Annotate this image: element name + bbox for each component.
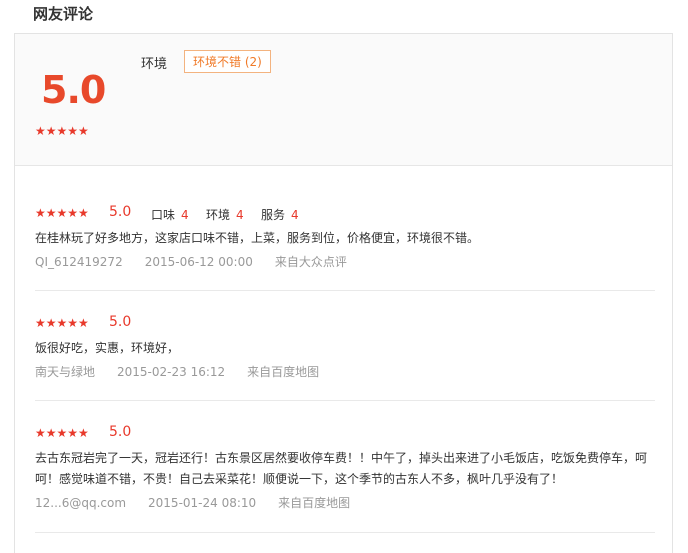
review-score: 5.0: [109, 424, 132, 440]
divider: [35, 400, 655, 401]
review-stars: ★★★★★: [35, 426, 89, 440]
overall-score: 5.0: [41, 68, 106, 112]
review-meta: QI_612419272 2015-06-12 00:00 来自大众点评: [35, 253, 655, 270]
rating-summary: 5.0 ★★★★★ 环境 环境不错 (2): [15, 34, 672, 166]
review-item: ★★★★★ 5.0 口味 4 环境 4 服务 4 在桂林玩了好多地方，这家店口味不错，…: [35, 204, 655, 270]
review-time: 2015-06-12 00:00: [144, 255, 253, 269]
review-source: 来自百度地图: [247, 365, 320, 379]
review-stars: ★★★★★: [35, 316, 89, 330]
review-item: ★★★★★ 5.0 饭很好吃，实惠，环境好， 南天与绿地 2015-02-23 1…: [35, 314, 655, 380]
review-content: 在桂林玩了好多地方，这家店口味不错，上菜，服务到位，价格便宜，环境很不错。: [35, 231, 480, 245]
reviews-panel: 5.0 ★★★★★ 环境 环境不错 (2) ★★★★★ 5.0 口味 4 环境 4 …: [14, 33, 673, 553]
review-time: 2015-02-23 16:12: [117, 365, 226, 379]
review-user: QI_612419272: [35, 255, 123, 269]
review-item: ★★★★★ 5.0 去古东冠岩完了一天，冠岩还行！古东景区居然要收停车费！！中午…: [35, 424, 655, 511]
review-score: 5.0: [109, 204, 132, 220]
review-content: 饭很好吃，实惠，环境好，: [35, 341, 180, 355]
review-user: 南天与绿地: [35, 365, 96, 379]
sub-score-service: 服务 4: [261, 208, 299, 222]
review-meta: 南天与绿地 2015-02-23 16:12 来自百度地图: [35, 363, 655, 380]
divider: [35, 532, 655, 533]
tag-environment-good[interactable]: 环境不错 (2): [184, 50, 271, 73]
review-user: 12...6@qq.com: [35, 496, 127, 510]
review-score: 5.0: [109, 314, 132, 330]
sub-score-environment: 环境 4: [206, 208, 244, 222]
review-source: 来自大众点评: [274, 255, 347, 269]
review-meta: 12...6@qq.com 2015-01-24 08:10 来自百度地图: [35, 494, 655, 511]
divider: [35, 290, 655, 291]
review-content: 去古东冠岩完了一天，冠岩还行！古东景区居然要收停车费！！中午了，掉头出来进了小毛…: [35, 451, 648, 486]
review-source: 来自百度地图: [278, 496, 351, 510]
section-title: 网友评论: [33, 5, 94, 23]
review-stars: ★★★★★: [35, 206, 89, 220]
sub-score-taste: 口味 4: [151, 208, 189, 222]
tag-category-label: 环境: [141, 57, 168, 72]
review-time: 2015-01-24 08:10: [148, 496, 257, 510]
overall-stars: ★★★★★: [35, 124, 89, 138]
